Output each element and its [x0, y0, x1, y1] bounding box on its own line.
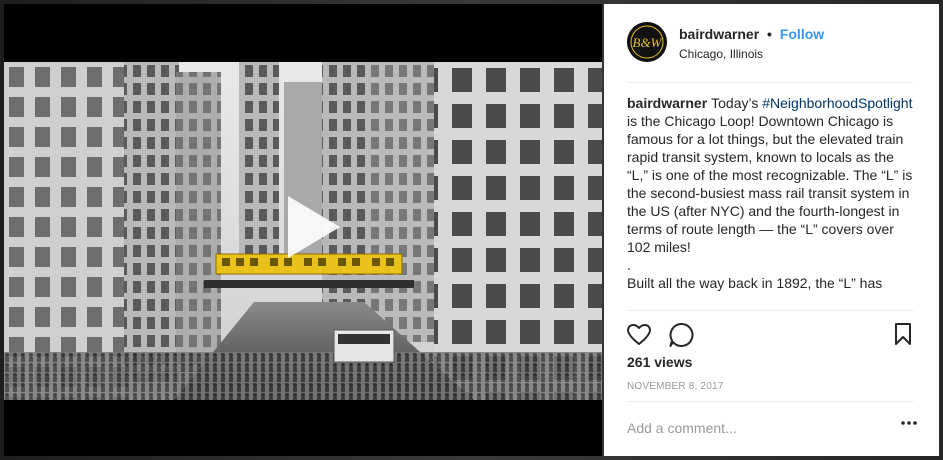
- post-header: B&W bairdwarner • Follow Chicago, Illino…: [604, 4, 939, 82]
- caption-body: is the Chicago Loop! Downtown Chicago is…: [627, 113, 913, 255]
- avatar[interactable]: B&W: [627, 22, 667, 62]
- caption-dot: .: [627, 257, 631, 273]
- caption-text: bairdwarner Today’s #NeighborhoodSpotligh…: [627, 94, 917, 256]
- location-link[interactable]: Chicago, Illinois: [679, 47, 763, 61]
- heart-icon[interactable]: [626, 322, 652, 346]
- post-date[interactable]: NOVEMBER 8, 2017: [627, 381, 724, 392]
- header-user-line: bairdwarner • Follow: [679, 26, 824, 42]
- username-link[interactable]: bairdwarner: [679, 26, 759, 42]
- post-modal: B&W bairdwarner • Follow Chicago, Illino…: [0, 0, 943, 460]
- comment-divider: [627, 401, 914, 402]
- post-sidebar: B&W bairdwarner • Follow Chicago, Illino…: [604, 4, 939, 456]
- svg-text:B&W: B&W: [633, 35, 663, 50]
- actions-divider: [627, 310, 914, 311]
- caption-username-link[interactable]: bairdwarner: [627, 95, 707, 111]
- video-player[interactable]: [4, 4, 602, 456]
- play-icon[interactable]: [274, 192, 344, 262]
- follow-button[interactable]: Follow: [780, 26, 824, 42]
- bairdwarner-logo: B&W: [627, 22, 667, 62]
- comment-icon[interactable]: [668, 322, 694, 348]
- more-options-icon[interactable]: [901, 421, 917, 425]
- caption-area: bairdwarner Today’s #NeighborhoodSpotligh…: [627, 94, 917, 310]
- action-bar: [626, 322, 916, 348]
- hashtag-link[interactable]: #NeighborhoodSpotlight: [762, 95, 912, 111]
- header-divider: [627, 82, 914, 83]
- caption-lead: Today’s: [711, 95, 759, 111]
- comment-row: [627, 414, 917, 444]
- video-frame[interactable]: [4, 62, 602, 400]
- comment-input[interactable]: [627, 418, 877, 438]
- separator-dot: •: [767, 26, 772, 42]
- caption-continuation: Built all the way back in 1892, the “L” …: [627, 275, 883, 291]
- view-count[interactable]: 261 views: [627, 354, 692, 370]
- bookmark-icon[interactable]: [894, 322, 912, 346]
